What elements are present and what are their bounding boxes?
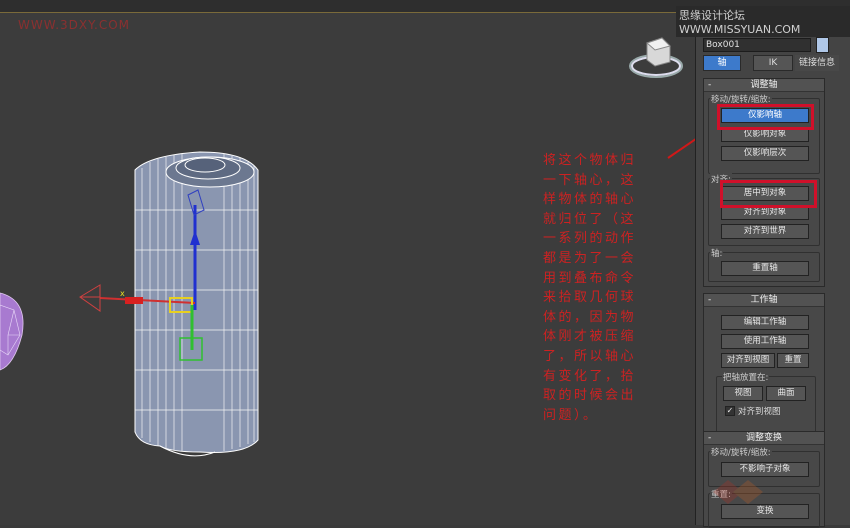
pivot-tab[interactable]: 轴 [703,55,741,71]
object-name-field[interactable]: Box001 [703,38,811,52]
affect-hierarchy-only-button[interactable]: 仅影响层次 [721,146,809,161]
geosphere-object[interactable] [0,292,24,371]
object-color-swatch[interactable] [816,37,829,53]
place-on-view-button[interactable]: 视图 [723,386,763,401]
view-cube-icon[interactable] [629,37,683,78]
pivot-group-label: 轴: [710,247,724,259]
adjust-pivot-title: 调整轴 [750,80,778,90]
pointer-arrow [667,138,695,159]
command-panel: ✦ ◐ ⋔ ◎ ▣ ✎ Box001 轴 IK 链接信息 -调整轴 移动/旋转/… [695,12,850,528]
edit-working-pivot-button[interactable]: 编辑工作轴 [721,315,809,330]
hierarchy-subtabs: 轴 IK 链接信息 [703,55,841,71]
working-pivot-rollout: - 工作轴 编辑工作轴 使用工作轴 对齐到视图 重置 把轴放置在: 视图 曲面 ✓… [703,293,825,437]
reset-working-pivot-button[interactable]: 重置 [777,353,809,368]
highlight-affect-pivot-only [717,104,814,130]
adjust-pivot-header[interactable]: - 调整轴 [704,79,824,92]
link-info-tab[interactable]: 链接信息 [795,55,839,71]
place-on-surface-button[interactable]: 曲面 [766,386,806,401]
faded-logo-icon [713,480,763,504]
adjust-transform-title: 调整变换 [745,433,782,443]
ik-tab[interactable]: IK [753,55,793,71]
svg-text:x: x [120,289,125,298]
align-to-view-button[interactable]: 对齐到视图 [721,353,775,368]
place-pivot-label: 把轴放置在: [722,371,770,383]
align-to-world-button[interactable]: 对齐到世界 [721,224,809,239]
transform-move-group-label: 移动/旋转/缩放: [710,446,772,458]
use-working-pivot-button[interactable]: 使用工作轴 [721,334,809,349]
working-pivot-title: 工作轴 [750,295,778,305]
highlight-center-to-object [720,180,817,208]
align-to-view-check-label: 对齐到视图 [738,407,781,417]
adjust-transform-rollout: -调整变换 移动/旋转/缩放: 不影响子对象 重置: 变换 [703,431,825,528]
working-pivot-header[interactable]: - 工作轴 [704,294,824,307]
adjust-transform-header[interactable]: - 调整变换 [704,432,824,445]
viewport-perspective[interactable]: WWW.3DXY.COM x 将这个物体归一下轴心，这样物体的轴心就归位了（这一… [0,0,695,525]
watermark-right: 思缘设计论坛 WWW.MISSYUAN.COM [676,6,850,37]
annotation-text: 将这个物体归一下轴心，这样物体的轴心就归位了（这一系列的动作都是为了一会用到叠布… [543,153,637,423]
reset-pivot-button[interactable]: 重置轴 [721,261,809,276]
align-to-view-checkbox[interactable]: ✓ [725,406,735,416]
